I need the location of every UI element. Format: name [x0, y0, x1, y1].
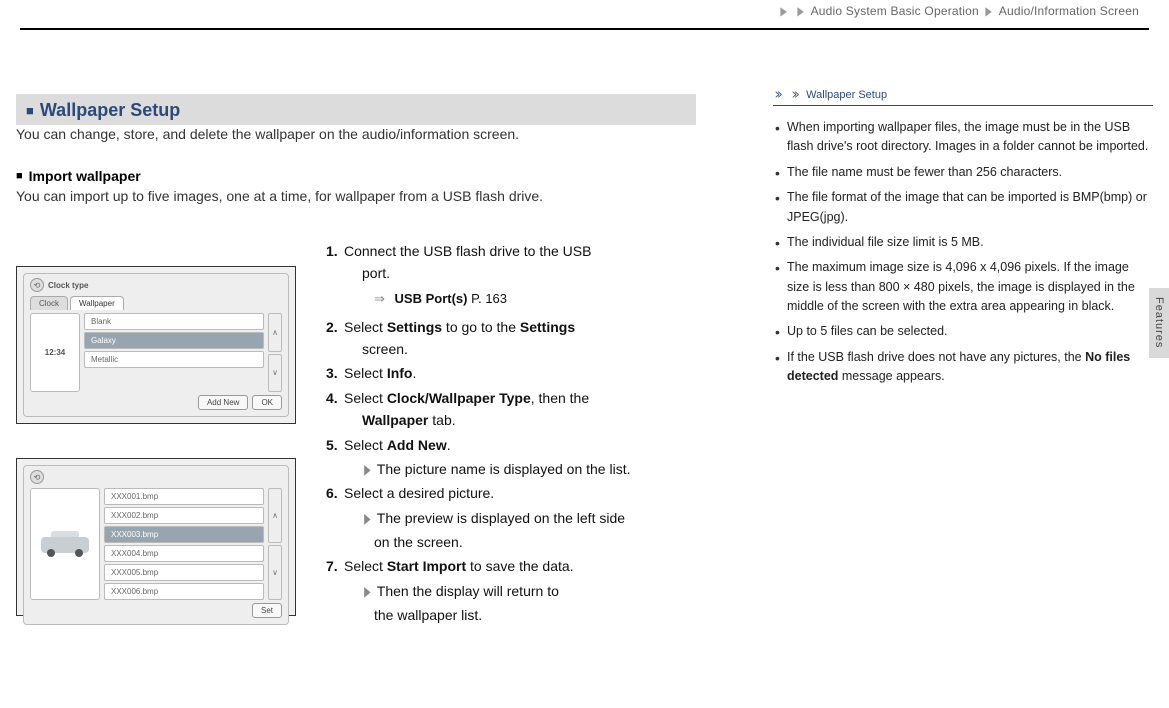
steps-list: Connect the USB flash drive to the USB p…: [326, 240, 706, 629]
s6sub-a: The preview is displayed on the left sid…: [377, 510, 625, 526]
arrow-icon: ⇒: [374, 291, 385, 306]
link-usb-ports[interactable]: ⇒ USB Port(s) P. 163: [344, 289, 706, 310]
chevron-icon: ▶: [986, 4, 993, 18]
scroll-up-icon: ∧: [268, 488, 282, 543]
shot1-row-galaxy: Galaxy: [84, 332, 264, 349]
breadcrumb: ▶ ▶ Audio System Basic Operation ▶ Audio…: [777, 4, 1139, 18]
shot2-preview: [30, 488, 100, 600]
side-bullet: Up to 5 files can be selected.: [773, 322, 1153, 341]
shot1-tab-wallpaper: Wallpaper: [70, 296, 124, 310]
step-2: Select Settings to go to the Settings sc…: [326, 316, 706, 361]
side-bullet: When importing wallpaper files, the imag…: [773, 118, 1153, 157]
s7sub-b: the wallpaper list.: [344, 604, 706, 626]
s5a: Select: [344, 437, 387, 453]
chevron-icon: ▶: [798, 4, 805, 18]
vehicle-icon: [37, 529, 93, 559]
side-heading: ≫ ≫ Wallpaper Setup: [773, 88, 1153, 106]
clock-value: 12:34: [45, 348, 65, 357]
step-4: Select Clock/Wallpaper Type, then the Wa…: [326, 387, 706, 432]
header-rule: [0, 28, 1169, 30]
s3c: .: [412, 365, 416, 381]
s4e: tab.: [428, 412, 455, 428]
s2b1: Settings: [387, 319, 442, 335]
s7sub-a: Then the display will return to: [377, 583, 559, 599]
shot1-preview: 12:34: [30, 313, 80, 392]
s6: Select a desired picture.: [344, 485, 494, 501]
s4de: Wallpaper tab.: [344, 409, 706, 431]
side-notes: ≫ ≫ Wallpaper Setup When importing wallp…: [773, 88, 1153, 692]
shot2-row: XXX006.bmp: [104, 583, 264, 600]
s7a: Select: [344, 558, 387, 574]
shot2-set-button: Set: [252, 603, 282, 618]
shot2-row: XXX003.bmp: [104, 526, 264, 543]
s2c: to go to the: [442, 319, 520, 335]
s4d: Wallpaper: [362, 412, 428, 428]
chevron-icon: ≫: [792, 88, 799, 101]
shot2-row: XXX001.bmp: [104, 488, 264, 505]
s7c: to save the data.: [466, 558, 573, 574]
s5sub: ▶ The picture name is displayed on the li…: [344, 458, 706, 480]
s7sub: ▶ Then the display will return to: [344, 580, 706, 602]
step-5: Select Add New. ▶ The picture name is dis…: [326, 434, 706, 481]
scroll-up-icon: ∧: [268, 313, 282, 352]
screenshots-column: ⟲ Clock type Clock Wallpaper 12:34 Blank…: [16, 266, 306, 692]
shot1-ok-button: OK: [252, 395, 282, 410]
s2a: Select: [344, 319, 387, 335]
side-bullet: If the USB flash drive does not have any…: [773, 348, 1153, 387]
side-title: Wallpaper Setup: [806, 89, 887, 101]
s3b: Info: [387, 365, 413, 381]
triangle-icon: ▶: [364, 580, 370, 602]
triangle-icon: ▶: [364, 507, 370, 529]
s5b: Add New: [387, 437, 447, 453]
shot1-row-metallic: Metallic: [84, 351, 264, 368]
shot1-row-blank: Blank: [84, 313, 264, 330]
link-page: P. 163: [471, 291, 507, 306]
breadcrumb-seg-2: Audio/Information Screen: [999, 4, 1139, 18]
step-1b: port.: [344, 262, 706, 284]
shot1-tab-clock: Clock: [30, 296, 68, 310]
s7b: Start Import: [387, 558, 466, 574]
chevron-icon: ≫: [775, 88, 782, 101]
s4b: Clock/Wallpaper Type: [387, 390, 531, 406]
shot2-row: XXX002.bmp: [104, 507, 264, 524]
scroll-down-icon: ∨: [268, 354, 282, 393]
side-b7a: If the USB flash drive does not have any…: [787, 350, 1085, 364]
screenshot-file-list: ⟲ XXX001.bmp XXX002.bmp XXX003.bmp XXX00…: [16, 458, 296, 616]
side-bullet: The file name must be fewer than 256 cha…: [773, 163, 1153, 182]
s2d: screen.: [344, 338, 706, 360]
s6sub: ▶ The preview is displayed on the left si…: [344, 507, 706, 529]
s3a: Select: [344, 365, 387, 381]
step-6: Select a desired picture. ▶ The preview i…: [326, 482, 706, 553]
side-b7c: message appears.: [838, 369, 944, 383]
shot1-add-new-button: Add New: [198, 395, 248, 410]
shot2-row: XXX005.bmp: [104, 564, 264, 581]
s6sub-b: on the screen.: [344, 531, 706, 553]
chevron-icon: ▶: [781, 4, 788, 18]
s2b2: Settings: [520, 319, 575, 335]
features-tab: Features: [1149, 288, 1169, 358]
link-label: USB Port(s): [395, 291, 468, 306]
back-icon: ⟲: [30, 278, 44, 292]
triangle-icon: ▶: [364, 458, 370, 480]
s4a: Select: [344, 390, 387, 406]
breadcrumb-seg-1: Audio System Basic Operation: [811, 4, 979, 18]
scroll-down-icon: ∨: [268, 545, 282, 600]
side-bullet: The maximum image size is 4,096 x 4,096 …: [773, 258, 1153, 316]
step-3: Select Info.: [326, 362, 706, 384]
step-1a: Connect the USB flash drive to the USB: [344, 243, 591, 259]
side-bullet: The individual file size limit is 5 MB.: [773, 233, 1153, 252]
s5c: .: [447, 437, 451, 453]
s5sub-text: The picture name is displayed on the lis…: [377, 461, 631, 477]
side-bullet: The file format of the image that can be…: [773, 188, 1153, 227]
step-1: Connect the USB flash drive to the USB p…: [326, 240, 706, 310]
step-7: Select Start Import to save the data. ▶ T…: [326, 555, 706, 626]
back-icon: ⟲: [30, 470, 44, 484]
screenshot-wallpaper-type: ⟲ Clock type Clock Wallpaper 12:34 Blank…: [16, 266, 296, 424]
shot2-row: XXX004.bmp: [104, 545, 264, 562]
s4c: , then the: [531, 390, 589, 406]
shot1-title: Clock type: [48, 281, 88, 290]
